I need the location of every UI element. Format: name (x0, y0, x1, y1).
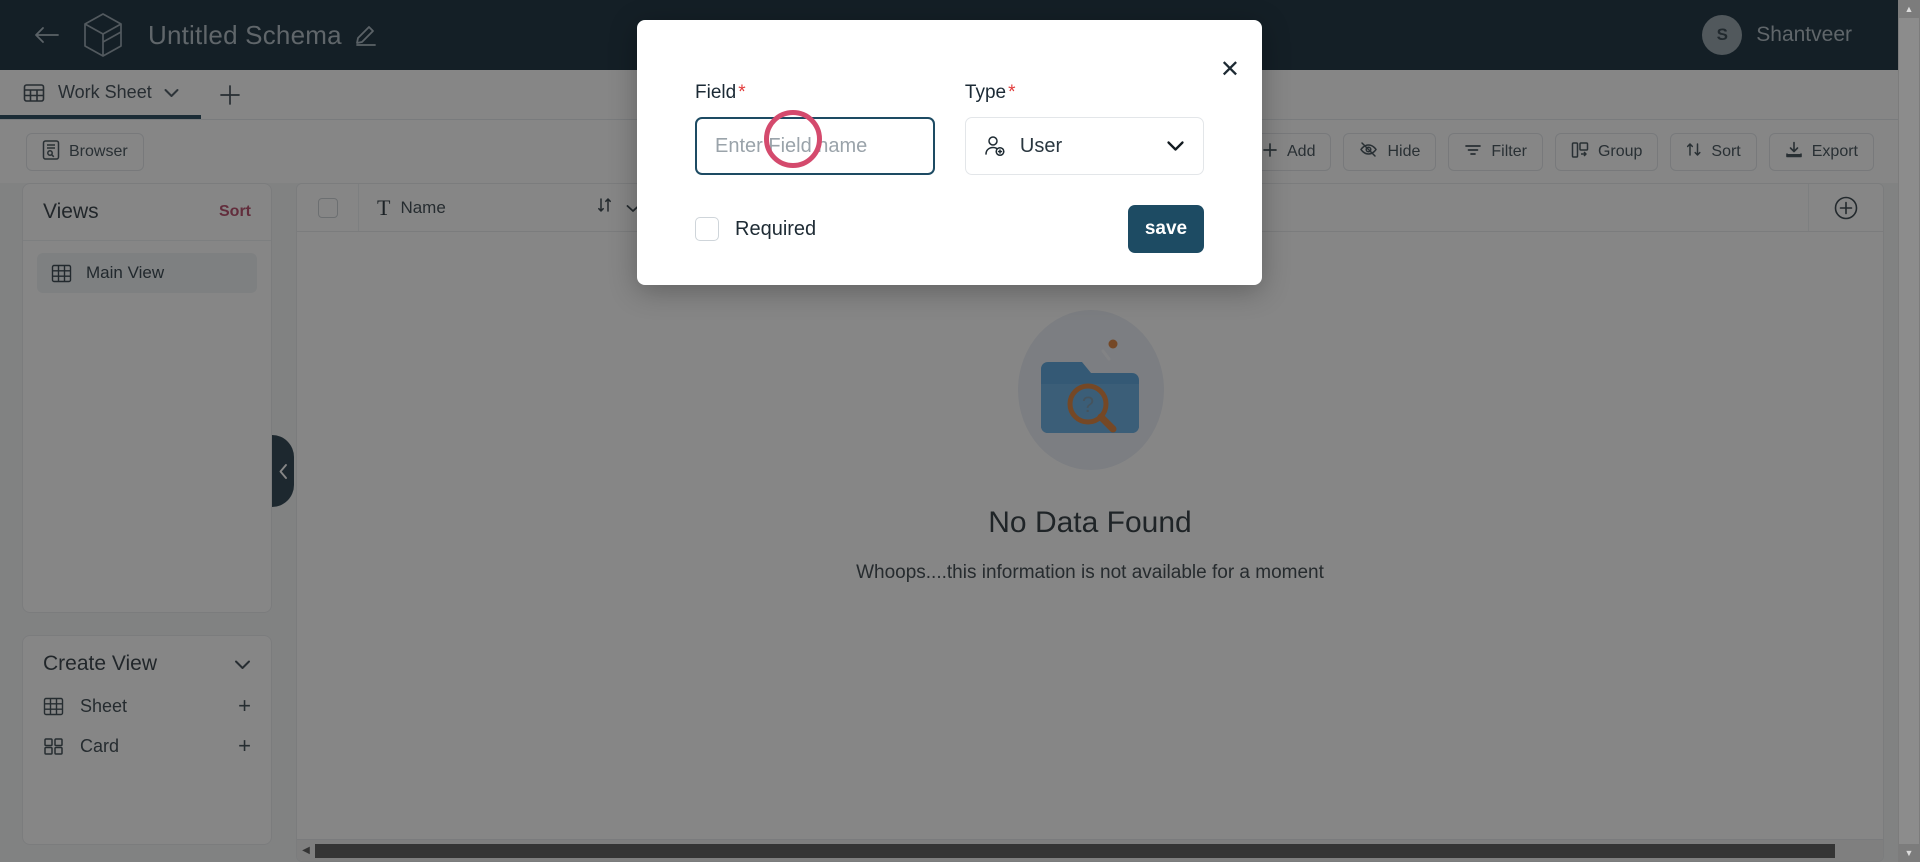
add-field-modal: ✕ Field* Type* (637, 20, 1262, 285)
required-asterisk: * (738, 82, 746, 103)
close-icon[interactable]: ✕ (1220, 58, 1240, 82)
required-checkbox-label: Required (735, 217, 817, 240)
chevron-down-icon[interactable] (1166, 140, 1185, 152)
modal-field-row: Field* Type* (695, 82, 1204, 175)
app-root: Untitled Schema S Shantveer Work Sheet (0, 0, 1920, 862)
field-label: Field * (695, 82, 935, 104)
user-add-icon (984, 135, 1006, 157)
required-checkbox[interactable] (695, 217, 719, 241)
field-name-input[interactable] (695, 117, 935, 175)
field-label-text: Field (695, 82, 737, 103)
vertical-scroll-thumb[interactable] (1899, 18, 1919, 844)
type-column: Type * User (964, 82, 1204, 175)
required-checkbox-group[interactable]: Required (695, 217, 816, 241)
field-column: Field * (695, 82, 935, 175)
modal-footer: Required save (695, 205, 1204, 253)
save-button[interactable]: save (1128, 205, 1204, 253)
type-selected-value: User (1019, 134, 1063, 157)
type-label: Type * (965, 82, 1204, 104)
vertical-scroll-track[interactable] (1898, 18, 1920, 844)
vertical-scrollbar[interactable]: ▲ ▼ (1898, 0, 1920, 862)
modal-body: Field* Type* (637, 20, 1262, 253)
type-select[interactable]: User (964, 117, 1204, 175)
scroll-up-arrow-icon[interactable]: ▲ (1905, 0, 1914, 18)
scroll-down-arrow-icon[interactable]: ▼ (1905, 844, 1914, 862)
type-label-text: Type (964, 82, 1007, 103)
required-asterisk: * (1008, 82, 1016, 103)
